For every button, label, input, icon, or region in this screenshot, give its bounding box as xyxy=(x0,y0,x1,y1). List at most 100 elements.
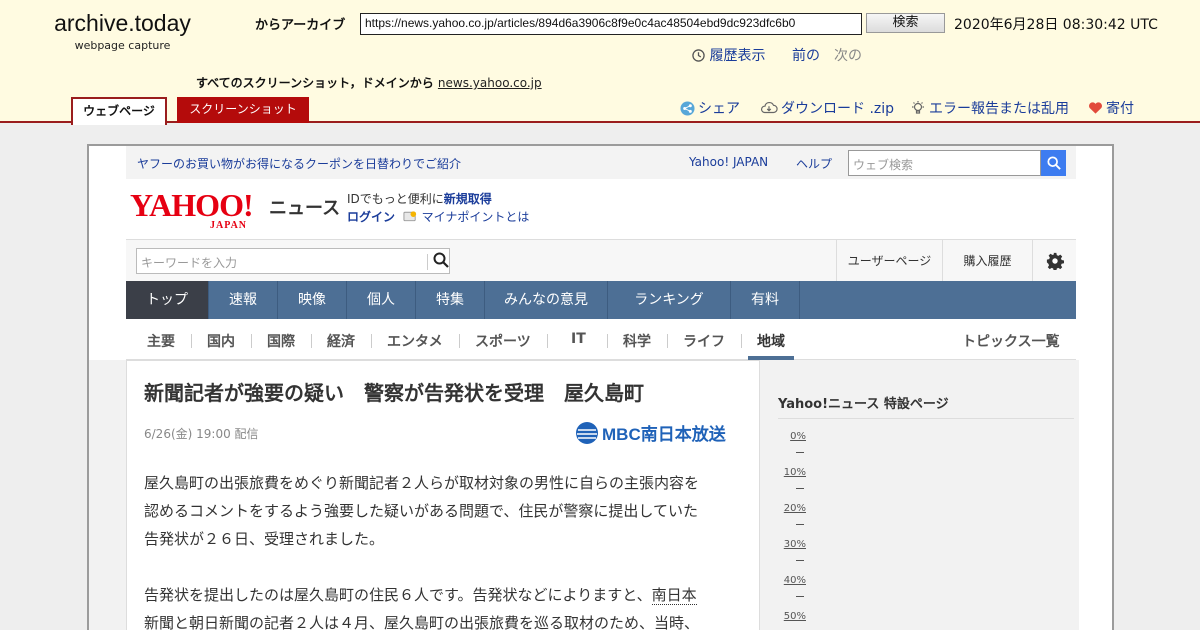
donate-link[interactable]: 寄付 xyxy=(1088,98,1134,118)
yahoo-logo[interactable]: YAHOO! JAPAN xyxy=(130,187,254,231)
sub-nav-it[interactable]: IT xyxy=(571,331,586,347)
sub-nav-domestic[interactable]: 国内 xyxy=(207,331,235,351)
history-link[interactable]: 履歴表示 xyxy=(692,45,765,65)
article-line-text: 告発状を提出したのは屋久島町の住民６人です。告発状などによりますと、 xyxy=(144,586,652,604)
signup-link[interactable]: 新規取得 xyxy=(444,192,492,206)
article: 新聞記者が強要の疑い 警察が告発状を受理 屋久島町 6/26(金) 19:00 … xyxy=(126,360,760,630)
next-link[interactable]: 次の xyxy=(834,45,862,65)
sub-nav-divider xyxy=(251,334,252,348)
article-line: 告発状が２６日、受理されました。 xyxy=(144,530,385,548)
article-paragraph-2: 告発状を提出したのは屋久島町の住民６人です。告発状などによりますと、南日本 新聞… xyxy=(144,581,744,630)
source-logo[interactable]: MBC南日本放送 xyxy=(575,420,726,445)
clock-icon xyxy=(692,49,705,62)
all-screenshots-label: すべてのスクリーンショット，ドメインから xyxy=(196,76,434,90)
yahoo-logo-japan: JAPAN xyxy=(210,220,248,231)
purchase-history-button[interactable]: 購入履歴 xyxy=(942,240,1032,282)
login-link[interactable]: ログイン xyxy=(347,210,395,224)
sub-nav-economy[interactable]: 経済 xyxy=(327,331,355,351)
tab-webpage[interactable]: ウェブページ xyxy=(71,97,167,125)
keyword-placeholder: キーワードを入力 xyxy=(141,256,238,270)
yahoo-japan-link[interactable]: Yahoo! JAPAN xyxy=(689,155,768,169)
settings-button[interactable] xyxy=(1032,240,1076,282)
history-label: 履歴表示 xyxy=(709,48,766,64)
search-icon xyxy=(1046,156,1061,170)
gear-icon xyxy=(1046,252,1064,271)
progress-tick xyxy=(796,596,804,597)
sub-nav: 主要 国内 国際 経済 エンタメ スポーツ IT 科学 ライフ 地域 トピックス… xyxy=(126,319,1076,360)
sub-nav-divider xyxy=(741,334,742,348)
tab-screenshot[interactable]: スクリーンショット xyxy=(177,97,309,123)
archive-url-input[interactable]: https://news.yahoo.co.jp/articles/894d6a… xyxy=(360,13,862,35)
sidebar-heading: Yahoo!ニュース 特設ページ xyxy=(778,393,1074,419)
prev-link[interactable]: 前の xyxy=(792,45,820,65)
main-nav-feature[interactable]: 特集 xyxy=(416,281,485,319)
progress-tick xyxy=(796,452,804,453)
sub-nav-divider xyxy=(667,334,668,348)
mynapoint-icon xyxy=(403,211,416,222)
article-line: 告発状を提出したのは屋久島町の住民６人です。告発状などによりますと、南日本 xyxy=(144,581,744,609)
id-line-prefix: IDでもっと便利に xyxy=(347,192,444,206)
domain-link[interactable]: news.yahoo.co.jp xyxy=(438,76,542,90)
sidebar: Yahoo!ニュース 特設ページ 0% 10% 20% 30% 40% 50% xyxy=(760,360,1076,630)
main-nav-individual[interactable]: 個人 xyxy=(347,281,416,319)
progress-tick xyxy=(796,524,804,525)
progress-tick-label: 40% xyxy=(783,575,806,586)
main-nav-ranking[interactable]: ランキング xyxy=(608,281,731,319)
news-label[interactable]: ニュース xyxy=(269,194,340,220)
article-line: 認めるコメントをするよう強要した疑いがある問題で、住民が警察に提出していた xyxy=(144,502,698,520)
report-link[interactable]: エラー報告または乱用 xyxy=(910,98,1069,118)
help-link[interactable]: ヘルプ xyxy=(796,155,832,172)
keyword-search-row: キーワードを入力 ユーザーページ 購入履歴 xyxy=(126,239,1076,282)
main-nav: トップ 速報 映像 個人 特集 みんなの意見 ランキング 有料 xyxy=(126,281,1076,319)
topics-list-link[interactable]: トピックス一覧 xyxy=(962,331,1060,351)
keyword-search-button[interactable] xyxy=(433,252,449,271)
archive-toolbar: archive.today webpage capture からアーカイブ ht… xyxy=(0,0,1200,125)
sub-nav-divider xyxy=(191,334,192,348)
article-line: 新聞と朝日新聞の記者２人は４月、屋久島町の出張旅費を巡る取材のため、当時、 xyxy=(144,614,700,630)
sub-nav-region[interactable]: 地域 xyxy=(757,331,785,351)
archive-timestamp: 2020年6月28日 08:30:42 UTC xyxy=(954,17,1158,33)
sub-nav-major[interactable]: 主要 xyxy=(147,331,175,351)
share-icon xyxy=(680,100,695,116)
search-icon xyxy=(433,252,449,268)
progress-tick xyxy=(796,560,804,561)
main-nav-video[interactable]: 映像 xyxy=(278,281,347,319)
progress-tick-label: 10% xyxy=(783,467,806,478)
main-nav-flash[interactable]: 速報 xyxy=(209,281,278,319)
sub-nav-entertainment[interactable]: エンタメ xyxy=(387,331,443,351)
user-page-button[interactable]: ユーザーページ xyxy=(836,240,942,282)
donate-label: 寄付 xyxy=(1106,101,1134,117)
keyword-link[interactable]: 南日本 xyxy=(651,586,697,605)
progress-tick-label: 0% xyxy=(790,431,806,442)
web-search-input[interactable]: ウェブ検索 xyxy=(848,150,1041,176)
archive-logo[interactable]: archive.today webpage capture xyxy=(50,10,195,52)
article-title: 新聞記者が強要の疑い 警察が告発状を受理 屋久島町 xyxy=(144,381,644,405)
main-nav-opinion[interactable]: みんなの意見 xyxy=(485,281,608,319)
main-nav-top[interactable]: トップ xyxy=(126,281,209,319)
archive-search-button[interactable]: 検索 xyxy=(866,13,945,33)
sub-nav-divider xyxy=(459,334,460,348)
sub-nav-divider xyxy=(371,334,372,348)
source-name: MBC南日本放送 xyxy=(602,425,726,444)
progress-tick-label: 30% xyxy=(783,539,806,550)
download-link[interactable]: ダウンロード .zip xyxy=(760,98,894,118)
keyword-input[interactable]: キーワードを入力 xyxy=(136,248,450,274)
main-nav-paid[interactable]: 有料 xyxy=(731,281,800,319)
id-line: IDでもっと便利に新規取得 xyxy=(347,190,492,207)
sub-nav-sports[interactable]: スポーツ xyxy=(475,331,531,351)
promo-link[interactable]: ヤフーのお買い物がお得になるクーポンを日替わりでご紹介 xyxy=(137,155,461,172)
archive-logo-title: archive.today xyxy=(54,10,191,36)
share-link[interactable]: シェア xyxy=(680,98,740,118)
yahoo-logo-text: YAHOO! xyxy=(130,187,254,223)
progress-tick xyxy=(796,488,804,489)
progress-tick-label: 50% xyxy=(783,611,806,622)
web-search-button[interactable] xyxy=(1041,150,1066,176)
sub-nav-international[interactable]: 国際 xyxy=(267,331,295,351)
lightbulb-icon xyxy=(912,101,924,114)
article-date: 6/26(金) 19:00 配信 xyxy=(144,427,259,441)
share-label: シェア xyxy=(698,101,740,117)
sub-nav-life[interactable]: ライフ xyxy=(683,331,725,351)
mynapoint-link[interactable]: マイナポイントとは xyxy=(422,210,530,224)
article-line: 屋久島町の出張旅費をめぐり新聞記者２人らが取材対象の男性に自らの主張内容を xyxy=(144,474,700,492)
sub-nav-science[interactable]: 科学 xyxy=(623,331,651,351)
